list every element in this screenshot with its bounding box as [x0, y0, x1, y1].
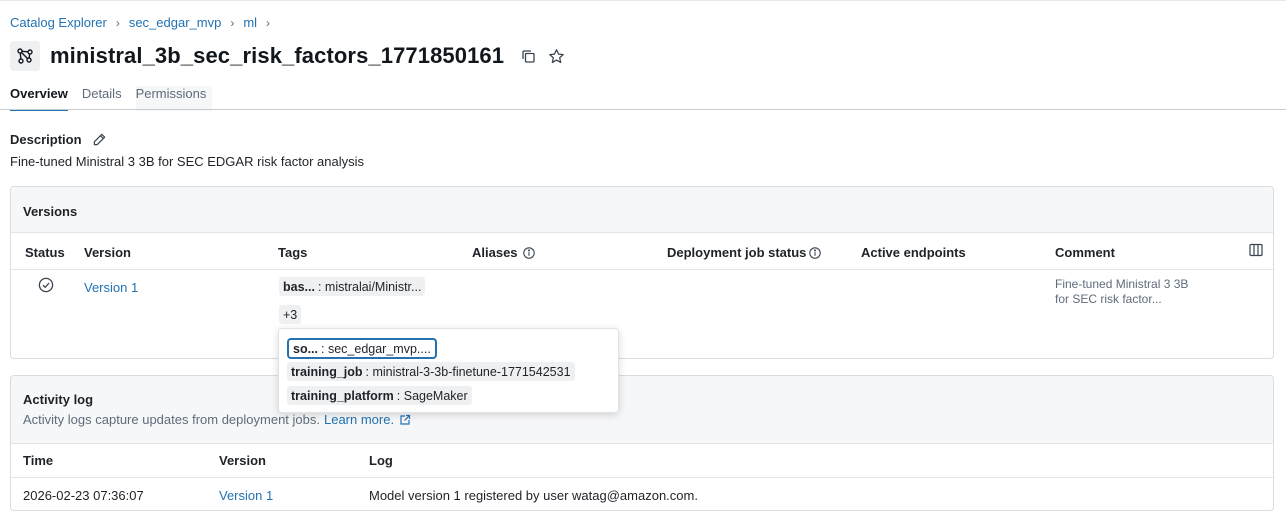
breadcrumb-sec-edgar-mvp[interactable]: sec_edgar_mvp: [129, 15, 222, 30]
deployment-job-status-label: Deployment job status: [667, 245, 807, 260]
column-header-version: Version: [219, 453, 266, 468]
tag-chip-training-platform[interactable]: training_platform : SageMaker: [287, 386, 472, 405]
copy-icon[interactable]: [518, 46, 538, 66]
column-header-aliases: Aliases: [472, 245, 535, 260]
tag-key: bas...: [283, 279, 315, 294]
external-link-icon: [400, 414, 411, 425]
versions-header: Versions: [11, 187, 1273, 233]
description-label: Description: [10, 132, 82, 147]
version-comment: Fine-tuned Ministral 3 3B for SEC risk f…: [1055, 277, 1189, 306]
top-divider: [0, 0, 1286, 1]
column-header-version: Version: [84, 245, 131, 260]
breadcrumb-separator: ›: [266, 15, 271, 30]
versions-header-divider: [11, 269, 1273, 270]
tag-value: : mistralai/Ministr...: [317, 279, 422, 294]
columns-toggle-icon[interactable]: [1249, 243, 1263, 257]
column-header-tags: Tags: [278, 245, 308, 260]
breadcrumb: Catalog Explorer › sec_edgar_mvp › ml ›: [10, 15, 279, 30]
activity-time: 2026-02-23 07:36:07: [23, 488, 144, 503]
versions-card: Versions Status Version Tags Aliases Dep…: [10, 186, 1274, 359]
activity-log-subtitle: Activity logs capture updates from deplo…: [23, 412, 411, 427]
column-header-log: Log: [369, 453, 393, 468]
learn-more-link[interactable]: Learn more.: [324, 412, 411, 427]
column-header-deployment-job-status: Deployment job status: [667, 245, 822, 260]
activity-log-card: Activity log Activity logs capture updat…: [10, 375, 1274, 511]
learn-more-label: Learn more.: [323, 412, 395, 427]
tag-chip[interactable]: bas... : mistralai/Ministr...: [279, 277, 426, 296]
tabs-divider: [0, 109, 1286, 110]
page-title: ministral_3b_sec_risk_factors_1771850161: [50, 43, 505, 68]
activity-log-message: Model version 1 registered by user watag…: [369, 488, 698, 503]
tag-key: so...: [293, 341, 319, 356]
tag-key: training_job: [291, 364, 363, 379]
column-header-comment: Comment: [1055, 245, 1115, 260]
column-header-time: Time: [23, 453, 54, 468]
description-heading: Description: [10, 132, 107, 147]
tag-chip-training-job[interactable]: training_job : ministral-3-3b-finetune-1…: [287, 362, 575, 381]
versions-title: Versions: [23, 204, 78, 219]
pencil-icon[interactable]: [92, 132, 107, 147]
tag-value: : sec_edgar_mvp....: [321, 341, 431, 356]
tab-permissions[interactable]: Permissions: [135, 86, 213, 111]
column-header-status: Status: [25, 245, 65, 260]
info-icon[interactable]: [809, 246, 822, 259]
breadcrumb-ml[interactable]: ml: [243, 15, 257, 30]
status-ready-icon: [38, 277, 54, 296]
tag-value: : SageMaker: [396, 388, 468, 403]
breadcrumb-separator: ›: [230, 15, 235, 30]
tab-bar: Overview Details Permissions: [10, 86, 226, 111]
activity-header-divider: [11, 477, 1273, 478]
star-icon[interactable]: [546, 46, 566, 66]
activity-log-header: Activity log Activity logs capture updat…: [11, 376, 1273, 444]
version-1-link[interactable]: Version 1: [84, 280, 138, 295]
breadcrumb-separator: ›: [115, 15, 120, 30]
tab-details[interactable]: Details: [82, 86, 122, 111]
tag-value: : ministral-3-3b-finetune-1771542531: [365, 364, 571, 379]
breadcrumb-catalog-explorer[interactable]: Catalog Explorer: [10, 15, 107, 30]
tag-chip-source[interactable]: so... : sec_edgar_mvp....: [287, 338, 437, 359]
description-text: Fine-tuned Ministral 3 3B for SEC EDGAR …: [10, 154, 365, 169]
activity-log-title: Activity log: [23, 392, 94, 407]
tab-overview[interactable]: Overview: [10, 86, 68, 111]
info-icon[interactable]: [522, 246, 535, 259]
tag-key: training_platform: [291, 388, 394, 403]
aliases-label: Aliases: [472, 245, 518, 260]
activity-log-description: Activity logs capture updates from deplo…: [23, 412, 320, 427]
title-row: ministral_3b_sec_risk_factors_1771850161: [10, 40, 566, 72]
more-tags-button[interactable]: +3: [279, 305, 302, 324]
model-icon: [10, 41, 40, 71]
activity-version-link[interactable]: Version 1: [219, 488, 273, 503]
column-header-active-endpoints: Active endpoints: [861, 245, 966, 260]
tags-popover: so... : sec_edgar_mvp.... training_job :…: [278, 328, 619, 413]
